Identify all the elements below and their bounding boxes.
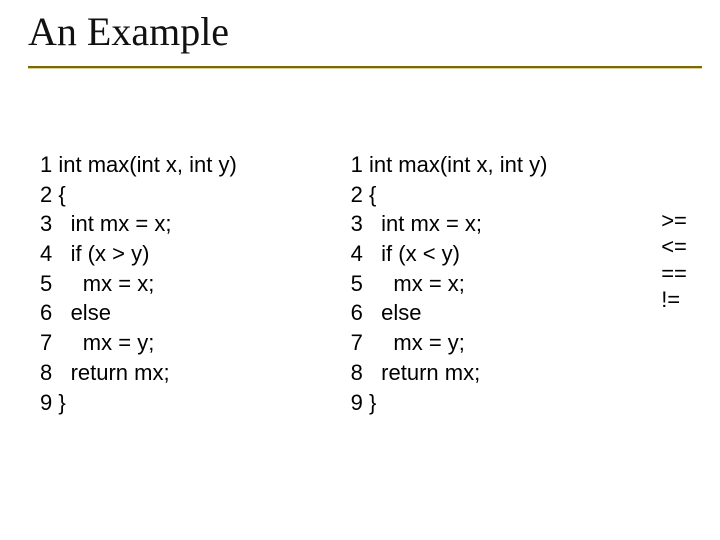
code-line: 4 if (x < y) <box>351 239 662 269</box>
code-line: 6 else <box>40 298 351 328</box>
code-line: 8 return mx; <box>40 358 351 388</box>
code-line: 9 } <box>40 388 351 418</box>
code-line: 7 mx = y; <box>40 328 351 358</box>
code-block-left: 1 int max(int x, int y) 2 { 3 int mx = x… <box>40 150 351 417</box>
operator-item: <= <box>661 234 700 260</box>
code-line: 1 int max(int x, int y) <box>40 150 351 180</box>
title-wrap: An Example <box>28 8 692 61</box>
operator-item: >= <box>661 208 700 234</box>
code-line: 5 mx = x; <box>40 269 351 299</box>
code-line: 4 if (x > y) <box>40 239 351 269</box>
code-line: 1 int max(int x, int y) <box>351 150 662 180</box>
code-line: 3 int mx = x; <box>40 209 351 239</box>
code-line: 2 { <box>351 180 662 210</box>
code-line: 2 { <box>40 180 351 210</box>
operator-item: == <box>661 261 700 287</box>
slide-title: An Example <box>28 8 692 55</box>
code-line: 9 } <box>351 388 662 418</box>
operator-list: >= <= == != <box>661 150 700 417</box>
code-line: 6 else <box>351 298 662 328</box>
code-block-right: 1 int max(int x, int y) 2 { 3 int mx = x… <box>351 150 662 417</box>
code-line: 7 mx = y; <box>351 328 662 358</box>
slide: An Example 1 int max(int x, int y) 2 { 3… <box>0 0 720 540</box>
code-line: 8 return mx; <box>351 358 662 388</box>
slide-body: 1 int max(int x, int y) 2 { 3 int mx = x… <box>40 150 700 417</box>
code-line: 5 mx = x; <box>351 269 662 299</box>
operator-item: != <box>661 287 700 313</box>
title-rule-shadow <box>28 68 702 69</box>
code-line: 3 int mx = x; <box>351 209 662 239</box>
